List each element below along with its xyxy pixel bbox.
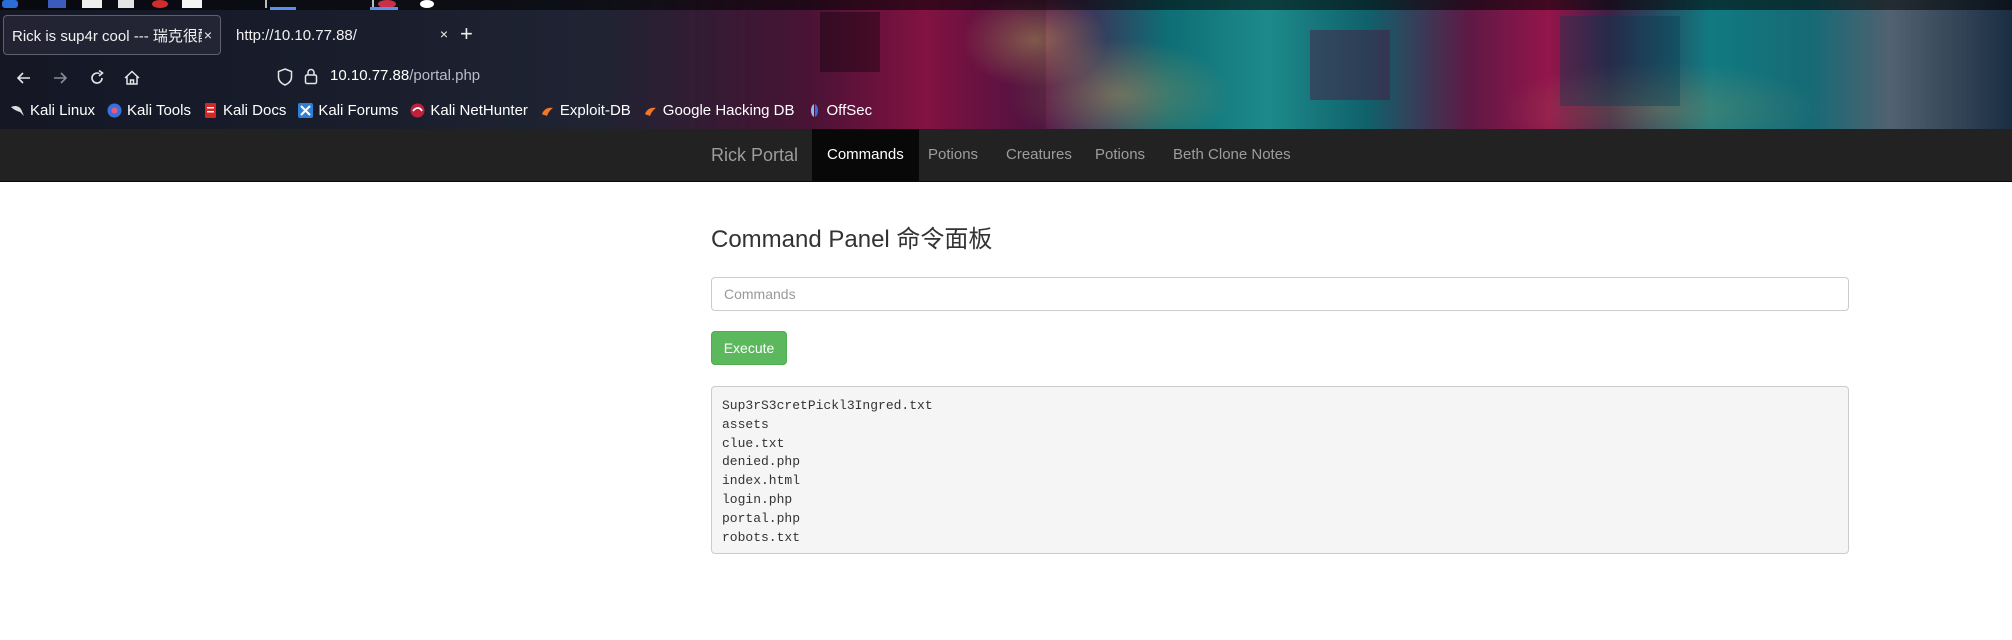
nav-item-beth-clone-notes[interactable]: Beth Clone Notes [1158,129,1306,181]
tab-title: Rick is sup4r cool --- 瑞克很酷 [12,27,202,45]
bookmark-label: Kali NetHunter [430,102,528,119]
kali-tools-icon [107,103,122,118]
output-line: robots.txt [722,529,801,545]
bookmark-label: Kali Tools [127,102,191,119]
os-taskbar [0,0,2012,10]
bookmark-google-hacking-db[interactable]: Google Hacking DB [643,102,795,119]
url-host: 10.10.77.88 [330,67,410,84]
taskbar-badge-icon [420,0,434,8]
bookmark-kali-tools[interactable]: Kali Tools [107,102,191,119]
taskbar-app-icon[interactable] [48,0,66,8]
back-arrow-icon[interactable] [14,68,34,88]
bookmarks-toolbar: Kali Linux Kali Tools Kali Docs Kali For… [10,102,884,119]
navbar-brand[interactable]: Rick Portal [711,129,798,181]
offsec-icon [807,103,822,118]
kali-dragon-icon [10,103,25,118]
taskbar-app-icon[interactable] [182,0,202,8]
tab-close-icon[interactable]: × [440,26,448,42]
bookmark-label: Kali Forums [318,102,399,119]
nav-item-potions-2[interactable]: Potions [1080,129,1160,181]
commands-input[interactable] [711,277,1849,311]
reload-icon[interactable] [87,68,107,88]
taskbar-active-indicator [270,7,296,10]
site-navbar: Rick Portal Commands Potions Creatures P… [0,129,2012,182]
bookmark-kali-linux[interactable]: Kali Linux [10,102,95,119]
tab-title: http://10.10.77.88/ [236,26,357,44]
output-line: denied.php [722,454,801,470]
wallpaper-block [820,12,880,72]
output-line: clue.txt [722,435,785,451]
bookmark-kali-nethunter[interactable]: Kali NetHunter [410,102,528,119]
exploit-db-icon [540,103,555,118]
kali-docs-icon [203,103,218,118]
output-line: assets [722,416,769,432]
bookmark-kali-forums[interactable]: Kali Forums [298,102,398,119]
forward-arrow-icon[interactable] [50,68,70,88]
kali-forums-icon [298,103,314,118]
taskbar-app-icon[interactable] [82,0,102,8]
output-line: index.html [722,473,801,489]
taskbar-app-icon[interactable] [152,0,168,8]
lock-icon[interactable] [302,66,320,86]
bookmark-kali-docs[interactable]: Kali Docs [203,102,286,119]
bookmark-label: Exploit-DB [559,102,631,119]
nav-item-potions[interactable]: Potions [913,129,993,181]
bookmark-offsec[interactable]: OffSec [807,102,873,119]
output-line: Sup3rS3cretPickl3Ingred.txt [722,398,933,413]
nav-item-commands[interactable]: Commands [812,129,919,181]
nav-item-creatures[interactable]: Creatures [991,129,1087,181]
bookmark-label: Google Hacking DB [662,102,795,119]
tracking-shield-icon[interactable] [276,67,294,87]
command-output: Sup3rS3cretPickl3Ingred.txt assets clue.… [711,386,1849,554]
browser-chrome: Rick is sup4r cool --- 瑞克很酷 × http://10.… [0,0,2012,129]
url-path: /portal.php [409,67,481,84]
output-line: portal.php [722,510,801,526]
home-icon[interactable] [122,68,142,88]
address-bar-url[interactable]: 10.10.77.88/portal.php [330,67,480,84]
wallpaper-block [1560,16,1680,106]
ghdb-icon [643,103,658,118]
page-title: Command Panel 命令面板 [711,226,993,253]
browser-tab-active[interactable]: Rick is sup4r cool --- 瑞克很酷 × [3,15,221,55]
wallpaper-block [1310,30,1390,100]
nethunter-icon [410,103,425,118]
taskbar-app-icon[interactable] [118,0,134,8]
kali-menu-icon[interactable] [2,0,18,8]
taskbar-divider [265,0,267,8]
bookmark-label: Kali Linux [30,102,96,119]
new-tab-button[interactable]: + [460,23,473,45]
bookmark-exploit-db[interactable]: Exploit-DB [540,102,631,119]
bookmark-label: OffSec [826,102,873,119]
tab-close-icon[interactable]: × [204,27,212,43]
output-line: login.php [722,491,793,507]
bookmark-label: Kali Docs [222,102,287,119]
execute-button[interactable]: Execute [711,331,787,365]
taskbar-active-indicator [370,7,398,10]
browser-tab[interactable]: http://10.10.77.88/ × [226,15,448,55]
